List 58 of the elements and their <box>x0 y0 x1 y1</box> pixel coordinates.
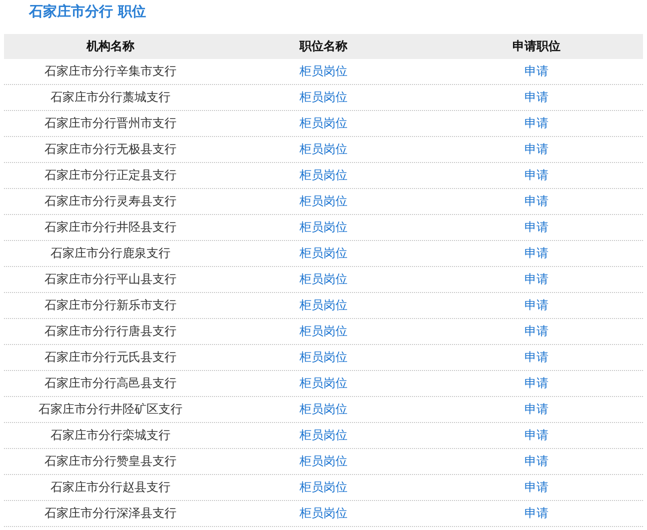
position-link[interactable]: 柜员岗位 <box>300 298 348 312</box>
position-link[interactable]: 柜员岗位 <box>300 194 348 208</box>
branch-name: 石家庄市分行晋州市支行 <box>44 115 176 132</box>
branch-name: 石家庄市分行灵寿县支行 <box>44 193 176 210</box>
position-link[interactable]: 柜员岗位 <box>300 246 348 260</box>
branch-name: 石家庄市分行无极县支行 <box>44 141 176 158</box>
apply-link[interactable]: 申请 <box>524 116 548 130</box>
apply-link[interactable]: 申请 <box>524 194 548 208</box>
branch-name: 石家庄市分行赵县支行 <box>50 479 170 496</box>
branch-name: 石家庄市分行平山县支行 <box>44 271 176 288</box>
apply-link[interactable]: 申请 <box>524 64 548 78</box>
apply-link[interactable]: 申请 <box>524 246 548 260</box>
branch-name: 石家庄市分行高邑县支行 <box>44 375 176 392</box>
apply-link[interactable]: 申请 <box>524 168 548 182</box>
position-link[interactable]: 柜员岗位 <box>300 454 348 468</box>
apply-link[interactable]: 申请 <box>524 454 548 468</box>
position-link[interactable]: 柜员岗位 <box>300 168 348 182</box>
position-link[interactable]: 柜员岗位 <box>300 64 348 78</box>
apply-link[interactable]: 申请 <box>524 298 548 312</box>
branch-name: 石家庄市分行辛集市支行 <box>44 63 176 80</box>
branch-name: 石家庄市分行行唐县支行 <box>44 323 176 340</box>
apply-link[interactable]: 申请 <box>524 220 548 234</box>
branch-name: 石家庄市分行井陉县支行 <box>44 219 176 236</box>
branch-name: 石家庄市分行赞皇县支行 <box>44 453 176 470</box>
apply-link[interactable]: 申请 <box>524 428 548 442</box>
apply-link[interactable]: 申请 <box>524 142 548 156</box>
apply-link[interactable]: 申请 <box>524 350 548 364</box>
position-link[interactable]: 柜员岗位 <box>300 220 348 234</box>
branch-name: 石家庄市分行正定县支行 <box>44 167 176 184</box>
apply-link[interactable]: 申请 <box>524 272 548 286</box>
apply-link[interactable]: 申请 <box>524 324 548 338</box>
branch-name: 石家庄市分行鹿泉支行 <box>50 245 170 262</box>
column-header: 机构名称 <box>86 38 134 55</box>
position-link[interactable]: 柜员岗位 <box>300 116 348 130</box>
branch-name: 石家庄市分行新乐市支行 <box>44 297 176 314</box>
position-link[interactable]: 柜员岗位 <box>300 272 348 286</box>
column-header: 申请职位 <box>512 38 560 55</box>
position-link[interactable]: 柜员岗位 <box>300 506 348 520</box>
apply-link[interactable]: 申请 <box>524 480 548 494</box>
branch-name: 石家庄市分行藁城支行 <box>50 89 170 106</box>
apply-link[interactable]: 申请 <box>524 376 548 390</box>
page-title: 石家庄市分行 职位 <box>28 2 147 22</box>
position-link[interactable]: 柜员岗位 <box>300 142 348 156</box>
branch-name: 石家庄市分行栾城支行 <box>50 427 170 444</box>
position-link[interactable]: 柜员岗位 <box>300 428 348 442</box>
branch-name: 石家庄市分行深泽县支行 <box>44 505 176 522</box>
position-link[interactable]: 柜员岗位 <box>300 376 348 390</box>
column-header: 职位名称 <box>300 38 348 55</box>
apply-link[interactable]: 申请 <box>524 90 548 104</box>
branch-name: 石家庄市分行井陉矿区支行 <box>38 401 182 418</box>
position-link[interactable]: 柜员岗位 <box>300 90 348 104</box>
position-link[interactable]: 柜员岗位 <box>300 324 348 338</box>
position-link[interactable]: 柜员岗位 <box>300 350 348 364</box>
branch-name: 石家庄市分行元氏县支行 <box>44 349 176 366</box>
position-link[interactable]: 柜员岗位 <box>300 402 348 416</box>
apply-link[interactable]: 申请 <box>524 506 548 520</box>
apply-link[interactable]: 申请 <box>524 402 548 416</box>
position-link[interactable]: 柜员岗位 <box>300 480 348 494</box>
